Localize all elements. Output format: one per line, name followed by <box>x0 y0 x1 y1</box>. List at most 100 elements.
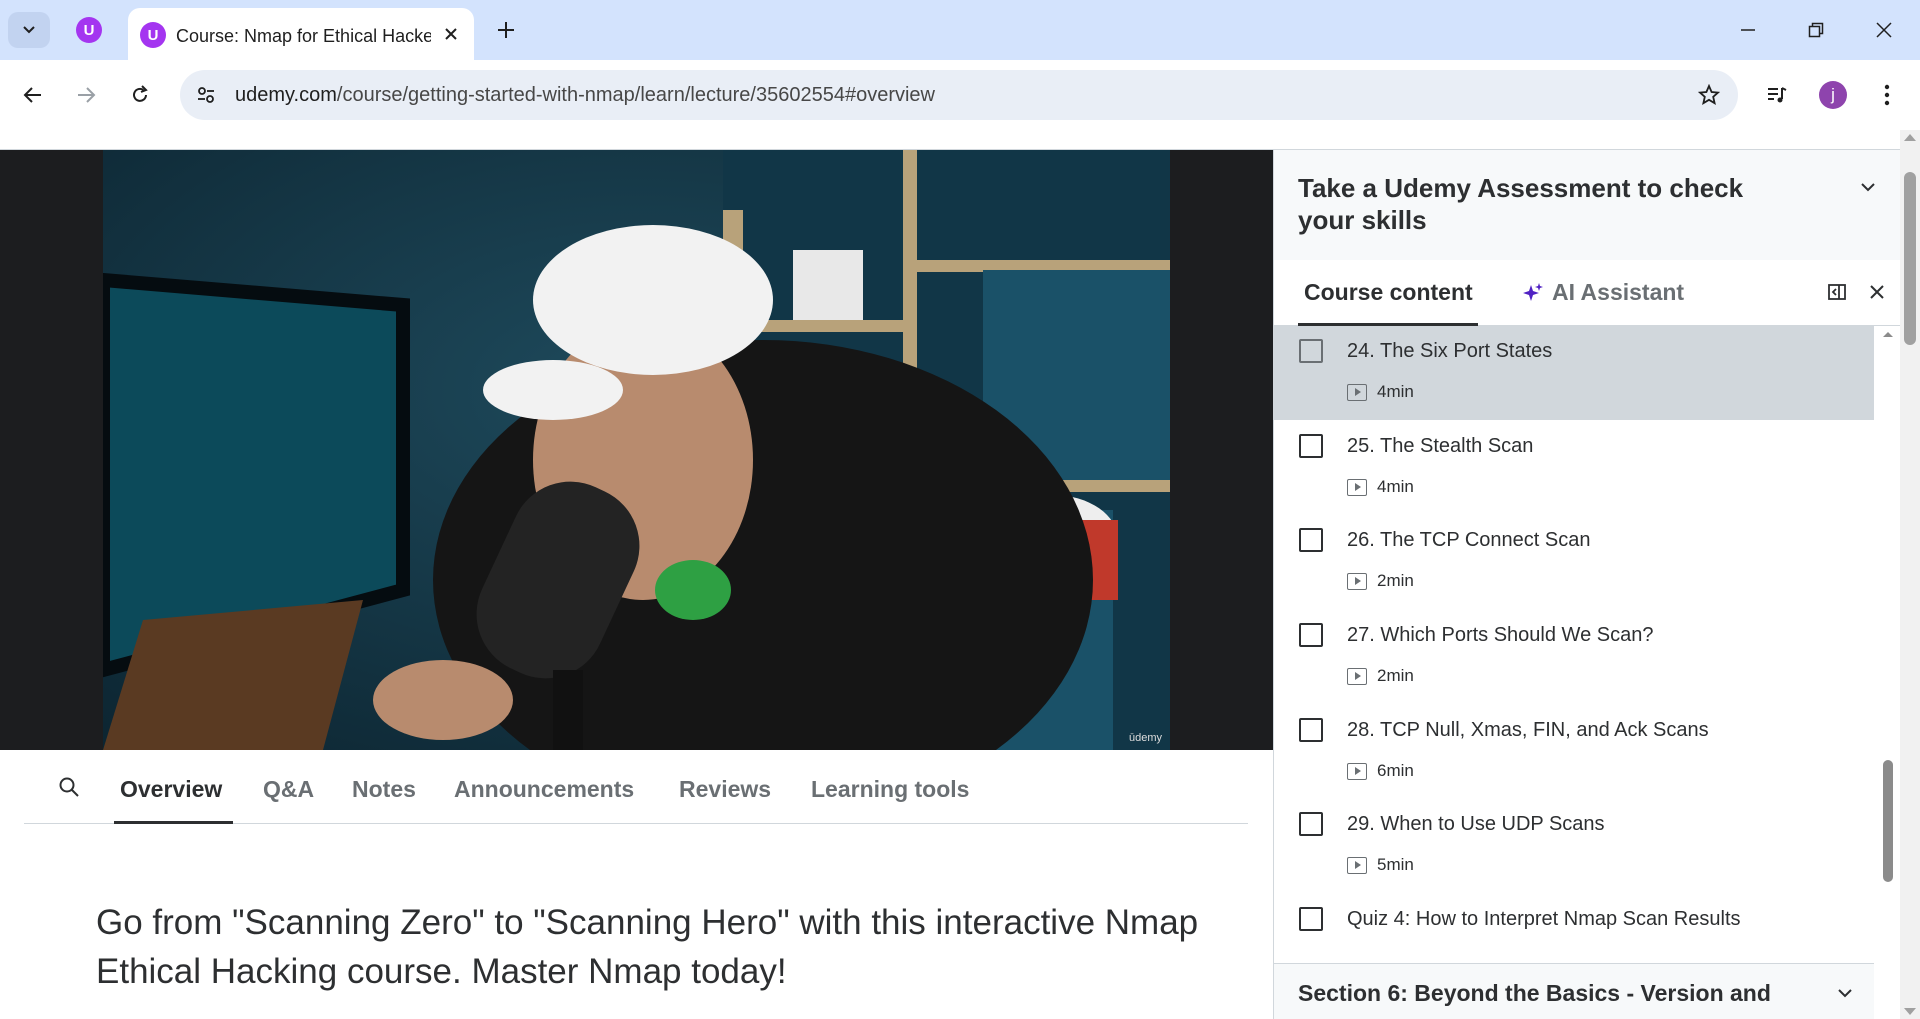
playlist-music-icon <box>1768 87 1787 103</box>
lecture-duration: 4min <box>1377 477 1414 496</box>
tab-overview[interactable]: Overview <box>120 776 222 803</box>
ai-assistant-label: AI Assistant <box>1552 279 1685 305</box>
lecture-meta: 4min <box>1347 477 1414 497</box>
close-tab-button[interactable] <box>438 21 464 47</box>
udemy-course-page: ūdemy Overview Q&A Notes Announcements R… <box>0 130 1920 1019</box>
tab-course-content[interactable]: Course content <box>1304 279 1473 306</box>
lecture-item[interactable]: 28. TCP Null, Xmas, FIN, and Ack Scans 6… <box>1274 705 1874 799</box>
tab-learning-tools[interactable]: Learning tools <box>811 776 969 803</box>
media-controls-button[interactable] <box>1758 76 1796 114</box>
browser-tab-strip: U U Course: Nmap for Ethical Hacke <box>0 0 1920 60</box>
reload-button[interactable] <box>121 76 159 114</box>
expand-sidebar-button[interactable] <box>1824 279 1850 305</box>
lecture-meta: 2min <box>1347 666 1414 686</box>
url-text: udemy.com/course/getting-started-with-nm… <box>235 84 935 107</box>
lecture-duration: 4min <box>1377 382 1414 401</box>
quiz-item[interactable]: Quiz 4: How to Interpret Nmap Scan Resul… <box>1274 894 1874 946</box>
browser-menu-button[interactable] <box>1868 76 1906 114</box>
scroll-down-arrow-icon[interactable] <box>1904 1008 1916 1015</box>
avatar: j <box>1819 81 1847 109</box>
site-info-icon[interactable] <box>194 83 218 107</box>
close-icon <box>445 28 457 40</box>
lecture-list: 24. The Six Port States 4min 25. The Ste… <box>1274 326 1874 946</box>
completion-checkbox[interactable] <box>1299 718 1323 742</box>
search-icon <box>59 777 79 797</box>
lecture-item[interactable]: 26. The TCP Connect Scan 2min <box>1274 515 1874 609</box>
tab-announcements[interactable]: Announcements <box>454 776 634 803</box>
udemy-header <box>0 130 1900 150</box>
course-sidebar: Take a Udemy Assessment to check your sk… <box>1273 150 1901 1019</box>
lecture-item[interactable]: 24. The Six Port States 4min <box>1274 326 1874 420</box>
tab-qa[interactable]: Q&A <box>263 776 314 803</box>
forward-button[interactable] <box>67 76 105 114</box>
search-button[interactable] <box>54 772 84 802</box>
video-icon <box>1347 572 1367 590</box>
lecture-title: 26. The TCP Connect Scan <box>1347 529 1591 551</box>
scroll-up-arrow-icon <box>1883 332 1893 337</box>
udemy-watermark: ūdemy <box>1128 732 1162 744</box>
completion-checkbox[interactable] <box>1299 528 1323 552</box>
section-toggle[interactable] <box>1832 980 1858 1006</box>
minimize-icon <box>1741 29 1755 31</box>
tune-icon <box>198 87 214 103</box>
profile-button[interactable]: j <box>1814 76 1852 114</box>
lecture-meta: 2min <box>1347 571 1414 591</box>
udemy-favicon-icon: U <box>140 22 166 48</box>
browser-toolbar: udemy.com/course/getting-started-with-nm… <box>0 60 1920 130</box>
lecture-item[interactable]: 27. Which Ports Should We Scan? 2min <box>1274 610 1874 704</box>
chevron-down-icon <box>1838 989 1852 998</box>
tab-search-button[interactable] <box>8 12 50 48</box>
sidebar-scroll-thumb[interactable] <box>1883 760 1893 882</box>
completion-checkbox[interactable] <box>1299 434 1323 458</box>
new-tab-button[interactable] <box>488 12 524 48</box>
lecture-title: 28. TCP Null, Xmas, FIN, and Ack Scans <box>1347 719 1709 741</box>
star-icon <box>1698 84 1720 106</box>
tab-reviews[interactable]: Reviews <box>679 776 771 803</box>
close-sidebar-button[interactable] <box>1864 279 1890 305</box>
video-icon <box>1347 478 1367 496</box>
video-icon <box>1347 667 1367 685</box>
panel-expand-icon <box>1828 284 1846 300</box>
video-frame[interactable]: ūdemy <box>103 150 1170 750</box>
restore-button[interactable] <box>1788 10 1844 50</box>
page-scroll-thumb[interactable] <box>1904 172 1916 345</box>
completion-checkbox[interactable] <box>1299 907 1323 931</box>
completion-checkbox[interactable] <box>1299 623 1323 647</box>
arrow-left-icon <box>23 87 41 103</box>
assessment-toggle[interactable] <box>1853 172 1883 202</box>
plus-icon <box>498 22 514 38</box>
completion-checkbox[interactable] <box>1299 339 1323 363</box>
minimize-button[interactable] <box>1720 10 1776 50</box>
arrow-right-icon <box>78 87 96 103</box>
video-icon <box>1347 383 1367 401</box>
restore-icon <box>1808 22 1824 38</box>
lecture-title: 29. When to Use UDP Scans <box>1347 813 1605 835</box>
section-title: Section 6: Beyond the Basics - Version a… <box>1298 980 1771 1006</box>
bookmark-button[interactable] <box>1696 82 1722 108</box>
url-domain: udemy.com <box>235 84 337 106</box>
sidebar-tabs: Course content AI Assistant <box>1274 260 1901 326</box>
chevron-down-icon <box>1861 183 1875 192</box>
section-header[interactable]: Section 6: Beyond the Basics - Version a… <box>1274 963 1874 1019</box>
course-headline: Go from "Scanning Zero" to "Scanning Her… <box>96 903 1199 991</box>
completion-checkbox[interactable] <box>1299 812 1323 836</box>
tab-ai-assistant[interactable]: AI Assistant <box>1522 279 1684 306</box>
lecture-item[interactable]: 25. The Stealth Scan 4min <box>1274 421 1874 515</box>
tab-notes[interactable]: Notes <box>352 776 416 803</box>
close-window-button[interactable] <box>1856 10 1912 50</box>
back-button[interactable] <box>14 76 52 114</box>
video-player[interactable]: ūdemy <box>0 150 1273 750</box>
pinned-tab-udemy[interactable]: U <box>68 12 110 48</box>
active-tab[interactable]: U Course: Nmap for Ethical Hacke <box>128 8 474 60</box>
lecture-title: 24. The Six Port States <box>1347 340 1553 362</box>
lecture-duration: 5min <box>1377 855 1414 874</box>
video-icon <box>1347 762 1367 780</box>
address-bar[interactable]: udemy.com/course/getting-started-with-nm… <box>180 70 1738 120</box>
lecture-title: 25. The Stealth Scan <box>1347 435 1534 457</box>
assessment-banner[interactable]: Take a Udemy Assessment to check your sk… <box>1274 150 1901 260</box>
lecture-item[interactable]: 29. When to Use UDP Scans 5min <box>1274 799 1874 893</box>
lecture-title: 27. Which Ports Should We Scan? <box>1347 624 1654 646</box>
instructor-video-image <box>103 150 1170 750</box>
scroll-up-arrow-icon[interactable] <box>1904 134 1916 141</box>
chevron-down-icon <box>23 26 35 34</box>
